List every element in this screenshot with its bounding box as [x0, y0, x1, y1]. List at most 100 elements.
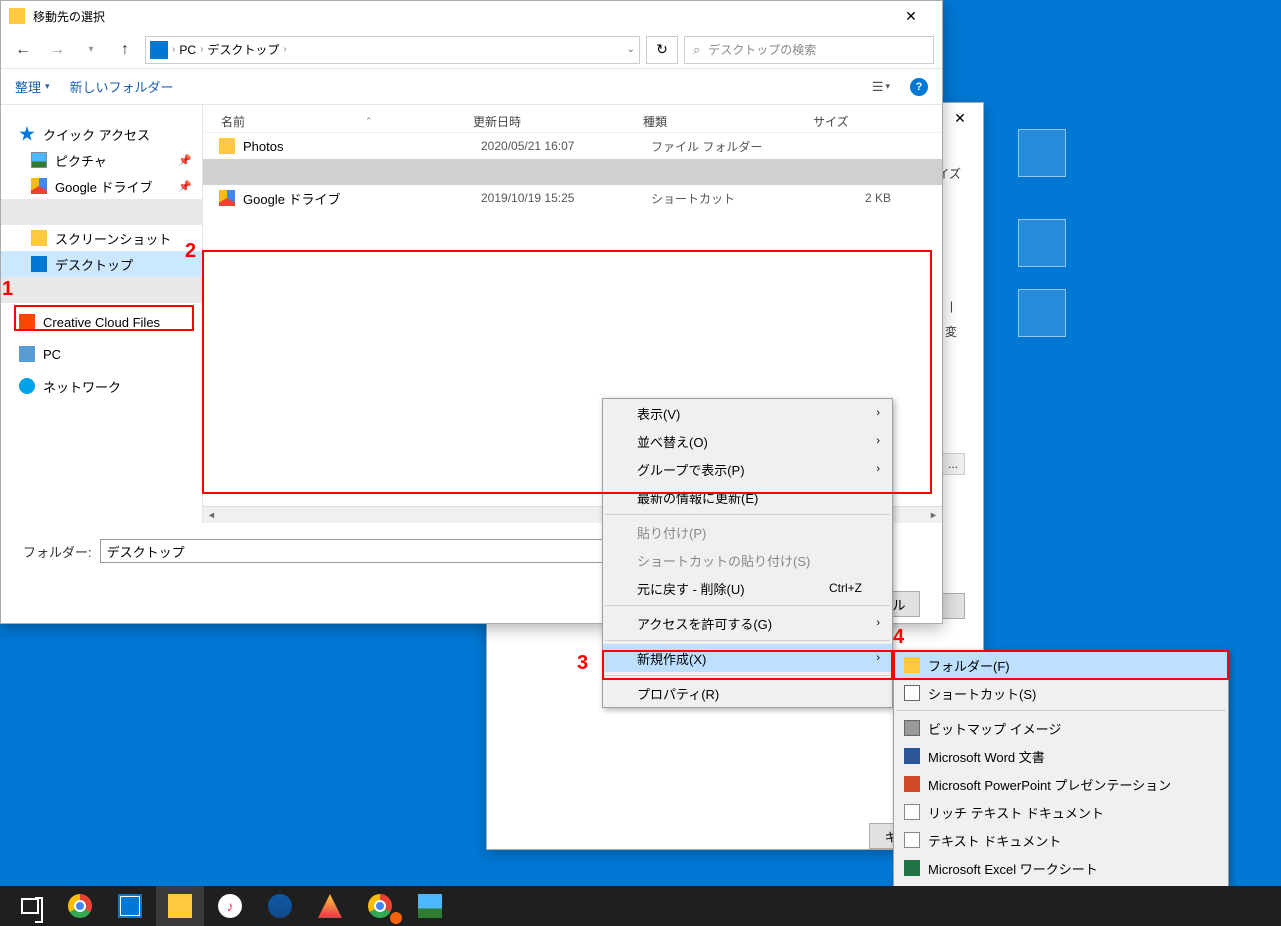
badge-icon [390, 912, 402, 924]
col-name[interactable]: 名前⌃ [203, 113, 473, 130]
sm-shortcut[interactable]: ショートカット(S) [894, 679, 1228, 707]
chevron-icon: › [283, 44, 286, 55]
chrome2-button[interactable] [356, 886, 404, 926]
sm-xls[interactable]: Microsoft Excel ワークシート [894, 854, 1228, 882]
shortcut-key: Ctrl+Z [829, 581, 862, 595]
sidebar-item-quickaccess[interactable]: クイック アクセス [1, 121, 202, 147]
sidebar-item-screenshot[interactable]: スクリーンショット [1, 225, 202, 251]
explorer-button[interactable] [156, 886, 204, 926]
file-row[interactable]: Google ドライブ 2019/10/19 15:25 ショートカット 2 K… [203, 185, 942, 211]
breadcrumb-dropdown-icon[interactable]: ⌄ [627, 44, 635, 55]
shortcut-icon [904, 685, 920, 701]
edge-icon [268, 894, 292, 918]
search-input[interactable]: ⌕ デスクトップの検索 [684, 36, 934, 64]
close-button[interactable]: ✕ [888, 1, 934, 31]
sidebar-item-network[interactable]: ネットワーク [1, 373, 202, 399]
help-button[interactable]: ? [910, 78, 928, 96]
edge-button[interactable] [256, 886, 304, 926]
folder-icon [904, 657, 920, 673]
bg-close-button[interactable]: ✕ [937, 103, 983, 133]
sidebar: クイック アクセス ピクチャ📌 Google ドライブ📌 スクリーンショット デ… [1, 105, 203, 523]
taskview-button[interactable] [6, 886, 54, 926]
separator [605, 675, 890, 676]
chevron-icon: › [200, 44, 203, 55]
refresh-button[interactable]: ↻ [646, 36, 678, 64]
sm-ppt[interactable]: Microsoft PowerPoint プレゼンテーション [894, 770, 1228, 798]
pc-icon [19, 346, 35, 362]
rtf-icon [904, 804, 920, 820]
sort-icon: ⌃ [365, 116, 373, 127]
navbar: ← → ▾ ↑ › PC › デスクトップ › ⌄ ↻ ⌕ デスクトップの検索 [1, 31, 942, 69]
view-button[interactable]: ☰▾ [872, 79, 890, 95]
breadcrumb-pc[interactable]: PC [179, 43, 196, 57]
breadcrumb-desktop[interactable]: デスクトップ [207, 41, 279, 58]
cm-sort[interactable]: 並べ替え(O)› [603, 427, 892, 455]
pin-icon: 📌 [178, 180, 192, 193]
forward-button[interactable]: → [43, 36, 71, 64]
breadcrumb[interactable]: › PC › デスクトップ › ⌄ [145, 36, 640, 64]
sidebar-item-ccfiles[interactable]: Creative Cloud Files [1, 309, 202, 335]
scroll-left-icon[interactable]: ◄ [203, 507, 220, 524]
bg-dots-btn[interactable]: ... [941, 453, 965, 475]
pictures-icon [31, 152, 47, 168]
chrome-button[interactable] [56, 886, 104, 926]
photos-button[interactable] [406, 886, 454, 926]
scroll-right-icon[interactable]: ► [925, 507, 942, 524]
search-placeholder: デスクトップの検索 [708, 41, 816, 58]
sidebar-item-pictures[interactable]: ピクチャ📌 [1, 147, 202, 173]
annotation-3: 3 [577, 652, 588, 675]
star-icon [19, 126, 35, 142]
sidebar-item-desktop[interactable]: デスクトップ [1, 251, 202, 277]
separator [605, 514, 890, 515]
cm-group[interactable]: グループで表示(P)› [603, 455, 892, 483]
annotation-4: 4 [893, 626, 904, 649]
mail-icon [118, 894, 142, 918]
file-icon [219, 164, 235, 180]
sidebar-item-grayed2[interactable] [1, 277, 202, 303]
cm-properties[interactable]: プロパティ(R) [603, 679, 892, 707]
cc-icon [19, 314, 35, 330]
cm-refresh[interactable]: 最新の情報に更新(E) [603, 483, 892, 511]
xls-icon [904, 860, 920, 876]
titlebar: 移動先の選択 ✕ [1, 1, 942, 31]
folder-icon [31, 230, 47, 246]
desktop-icon [150, 41, 168, 59]
app-button[interactable] [306, 886, 354, 926]
sm-rtf[interactable]: リッチ テキスト ドキュメント [894, 798, 1228, 826]
desktop-icon [31, 256, 47, 272]
sm-word[interactable]: Microsoft Word 文書 [894, 742, 1228, 770]
pin-icon: 📌 [178, 154, 192, 167]
sm-folder[interactable]: フォルダー(F) [894, 651, 1228, 679]
search-icon: ⌕ [693, 42, 700, 58]
chevron-icon: › [172, 44, 175, 55]
file-row[interactable]: Photos 2020/05/21 16:07 ファイル フォルダー [203, 133, 942, 159]
organize-button[interactable]: 整理▾ [15, 77, 50, 96]
back-button[interactable]: ← [9, 36, 37, 64]
annotation-2: 2 [185, 240, 196, 263]
col-date[interactable]: 更新日時 [473, 113, 643, 130]
cm-new[interactable]: 新規作成(X)› [603, 644, 892, 672]
sidebar-item-grayed[interactable] [1, 199, 202, 225]
cm-undo[interactable]: 元に戻す - 削除(U)Ctrl+Z [603, 574, 892, 602]
cm-access[interactable]: アクセスを許可する(G)› [603, 609, 892, 637]
cm-view[interactable]: 表示(V)› [603, 399, 892, 427]
separator [605, 640, 890, 641]
cm-paste: 貼り付け(P) [603, 518, 892, 546]
new-submenu: フォルダー(F) ショートカット(S) ビットマップ イメージ Microsof… [893, 650, 1229, 911]
chevron-right-icon: › [876, 617, 880, 629]
col-size[interactable]: サイズ [813, 113, 893, 130]
itunes-button[interactable] [206, 886, 254, 926]
col-type[interactable]: 種類 [643, 113, 813, 130]
file-row[interactable] [203, 159, 942, 185]
sm-bitmap[interactable]: ビットマップ イメージ [894, 714, 1228, 742]
annotation-1: 1 [2, 278, 13, 301]
sidebar-item-pc[interactable]: PC [1, 341, 202, 367]
up-button[interactable]: ↑ [111, 36, 139, 64]
new-folder-button[interactable]: 新しいフォルダー [70, 77, 174, 96]
recent-dropdown[interactable]: ▾ [77, 36, 105, 64]
itunes-icon [218, 894, 242, 918]
bg-change-label: 変 [945, 323, 957, 340]
sm-txt[interactable]: テキスト ドキュメント [894, 826, 1228, 854]
sidebar-item-gdrive[interactable]: Google ドライブ📌 [1, 173, 202, 199]
mail-button[interactable] [106, 886, 154, 926]
